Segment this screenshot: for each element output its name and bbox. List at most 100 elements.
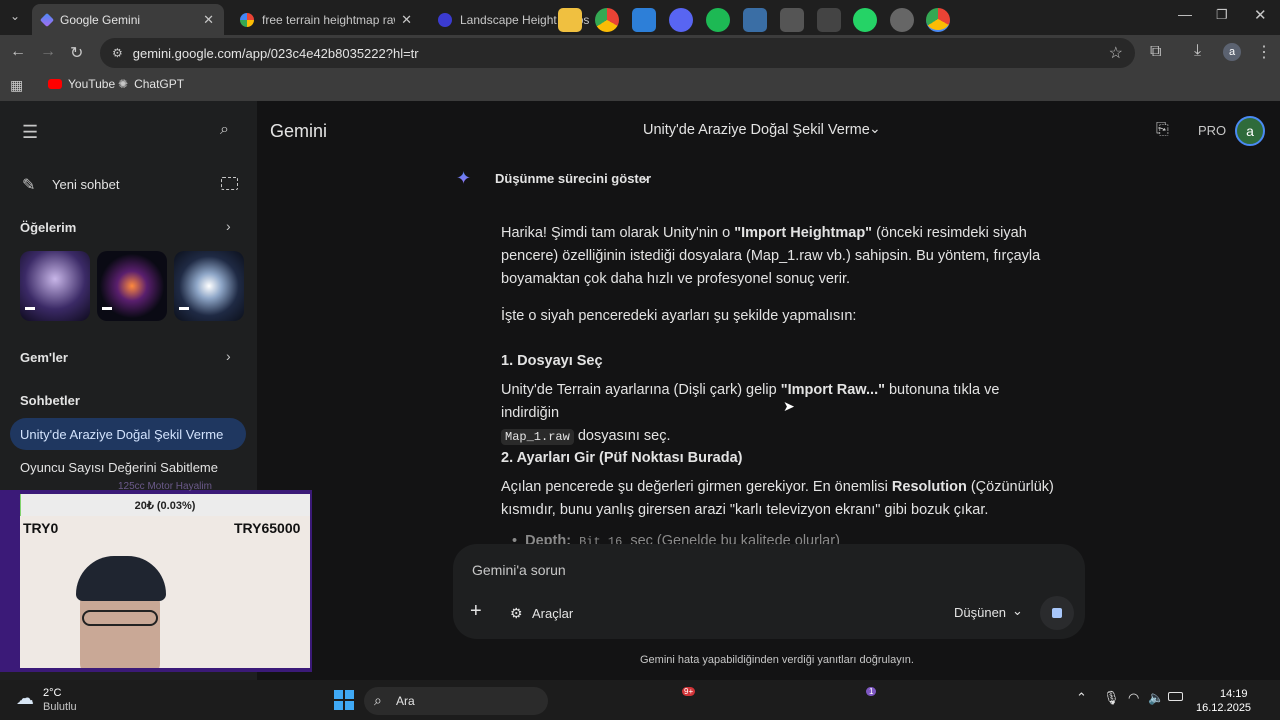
menu-icon[interactable]: ⋮ <box>1256 42 1272 62</box>
microphone-icon[interactable]: 🎙 <box>1103 690 1120 706</box>
windows-start-icon[interactable] <box>334 690 354 710</box>
app-logo[interactable]: Gemini <box>270 121 327 142</box>
profile-avatar[interactable]: a <box>1223 43 1241 61</box>
mode-selector[interactable]: Düşünen <box>954 605 1006 620</box>
text: seç (Genelde bu kalitede olurlar) <box>626 533 840 544</box>
site-favicon-icon <box>438 12 452 27</box>
app-icon[interactable] <box>743 8 767 32</box>
taskbar-search[interactable]: ⌕ Ara <box>364 687 548 715</box>
reload-icon[interactable]: ↻ <box>70 43 83 63</box>
maximize-icon[interactable]: ❐ <box>1216 7 1228 23</box>
tab-terrain-search[interactable]: free terrain heightmap raw - Go ✕ <box>230 4 422 35</box>
chevron-right-icon[interactable]: › <box>226 348 231 364</box>
item-thumbnail[interactable]: ▬ <box>97 251 167 321</box>
new-chat-button[interactable]: Yeni sohbet <box>52 177 119 192</box>
weather-temp[interactable]: 2°C <box>43 687 61 699</box>
tab-search-icon[interactable]: ⌄ <box>10 9 20 23</box>
webcam-feed <box>20 516 310 668</box>
chat-item-label[interactable]: Unity'de Araziye Doğal Şekil Verme <box>20 427 223 442</box>
bold-text: "Import Raw..." <box>780 382 885 398</box>
chatgpt-icon: ✺ <box>118 77 129 91</box>
chrome-active-icon[interactable] <box>926 8 950 32</box>
minimize-icon[interactable]: — <box>1178 6 1192 22</box>
bold-text: Depth: <box>525 533 572 544</box>
bookmark-star-icon[interactable]: ☆ <box>1109 43 1123 63</box>
clock-date[interactable]: 16.12.2025 <box>1196 702 1251 714</box>
bookmark-youtube[interactable]: YouTube <box>48 77 115 91</box>
wifi-icon[interactable]: ◠ <box>1128 690 1139 706</box>
clock-time[interactable]: 14:19 <box>1220 688 1248 700</box>
intro-paragraph: Harika! Şimdi tam olarak Unity'nin o "Im… <box>501 222 1061 291</box>
stop-icon <box>1052 608 1062 618</box>
download-icon[interactable]: ⤓ <box>1194 42 1201 60</box>
youtube-icon <box>48 79 62 89</box>
forward-icon[interactable]: → <box>40 43 56 61</box>
chevron-up-icon[interactable]: ⌃ <box>1076 690 1087 706</box>
bookmarks-bar: ▦ YouTube ✺ ChatGPT <box>0 71 1280 101</box>
new-chat-icon[interactable]: ✎ <box>22 175 35 195</box>
prompt-composer <box>453 544 1085 639</box>
discord-icon[interactable] <box>669 8 693 32</box>
tools-button[interactable]: Araçlar <box>532 606 573 621</box>
spotify-icon[interactable] <box>706 8 730 32</box>
site-info-icon[interactable]: ⚙ <box>112 46 123 60</box>
battery-icon[interactable] <box>1168 692 1183 701</box>
browser-toolbar: ← → ↻ ⚙ gemini.google.com/app/023c4e42b8… <box>0 35 1280 71</box>
store-icon[interactable] <box>632 8 656 32</box>
unity-hub-icon[interactable] <box>780 8 804 32</box>
donation-progress-text: 20₺ (0.03%) <box>134 500 196 512</box>
file-explorer-icon[interactable] <box>558 8 582 32</box>
volume-icon[interactable]: 🔈 <box>1148 690 1164 706</box>
hamburger-menu-icon[interactable]: ☰ <box>22 122 38 143</box>
close-tab-icon[interactable]: ✕ <box>401 12 412 28</box>
item-thumbnail[interactable]: ▬ <box>174 251 244 321</box>
unity-icon[interactable] <box>817 8 841 32</box>
tab-google-gemini[interactable]: Google Gemini ✕ <box>32 4 224 35</box>
taskbar <box>0 680 1280 720</box>
gems-heading[interactable]: Gem'ler <box>20 350 68 365</box>
chats-heading: Sohbetler <box>20 393 80 408</box>
back-icon[interactable]: ← <box>10 43 26 61</box>
chevron-down-icon[interactable]: ⌄ <box>1012 603 1023 619</box>
url-text: gemini.google.com/app/023c4e42b8035222?h… <box>132 45 419 61</box>
mouse-cursor-icon: ➤ <box>783 398 795 414</box>
tab-landscape-heightmaps[interactable]: Landscape Height Maps - Moti ✕ <box>428 4 620 35</box>
goal-max-label: TRY65000 <box>234 520 301 536</box>
tools-icon[interactable]: ⚙ <box>510 605 523 622</box>
chevron-down-icon[interactable]: ⌄ <box>869 120 881 137</box>
gemini-favicon-icon <box>39 12 55 27</box>
step2-paragraph: Açılan pencerede şu değerleri girmen ger… <box>501 476 1076 522</box>
add-file-icon[interactable]: + <box>470 600 482 623</box>
chrome-icon[interactable] <box>595 8 619 32</box>
bold-text: "Import Heightmap" <box>734 225 873 241</box>
chat-title[interactable]: Unity'de Araziye Doğal Şekil Verme <box>643 122 870 138</box>
tab-title: free terrain heightmap raw - Go <box>262 12 395 27</box>
cloud-icon: ☁ <box>16 688 34 708</box>
bookmark-chatgpt[interactable]: ✺ ChatGPT <box>118 77 184 91</box>
obs-icon[interactable] <box>890 8 914 32</box>
google-favicon-icon <box>240 12 254 27</box>
extensions-icon[interactable]: ⧉ <box>1150 43 1161 61</box>
my-items-heading[interactable]: Öğelerim <box>20 220 76 235</box>
glasses <box>82 610 158 626</box>
prompt-input[interactable]: Gemini'a sorun <box>472 562 566 578</box>
whatsapp-icon[interactable] <box>853 8 877 32</box>
weather-status[interactable]: Bulutlu <box>43 701 77 713</box>
search-icon[interactable]: ⌕ <box>220 121 229 139</box>
address-bar[interactable]: ⚙ gemini.google.com/app/023c4e42b8035222… <box>100 38 1135 68</box>
chevron-right-icon[interactable]: › <box>226 218 231 234</box>
user-avatar[interactable]: a <box>1235 116 1265 146</box>
search-icon: ⌕ <box>374 692 382 708</box>
chevron-down-icon[interactable]: ⌄ <box>640 169 651 185</box>
temporary-chat-icon[interactable] <box>221 177 238 190</box>
disclaimer-text: Gemini hata yapabildiğinden verdiği yanı… <box>640 654 914 666</box>
item-thumbnail[interactable]: ▬ <box>20 251 90 321</box>
chat-item-label[interactable]: Oyuncu Sayısı Değerini Sabitleme <box>20 460 218 475</box>
show-thinking-toggle[interactable]: Düşünme sürecini göster <box>495 171 651 186</box>
stop-button[interactable] <box>1040 596 1074 630</box>
close-tab-icon[interactable]: ✕ <box>203 12 214 28</box>
apps-grid-icon[interactable]: ▦ <box>10 77 23 94</box>
close-window-icon[interactable]: ✕ <box>1254 6 1267 24</box>
instructions-paragraph: İşte o siyah penceredeki ayarları şu şek… <box>501 308 857 324</box>
share-icon[interactable]: ⎘ <box>1156 121 1169 139</box>
